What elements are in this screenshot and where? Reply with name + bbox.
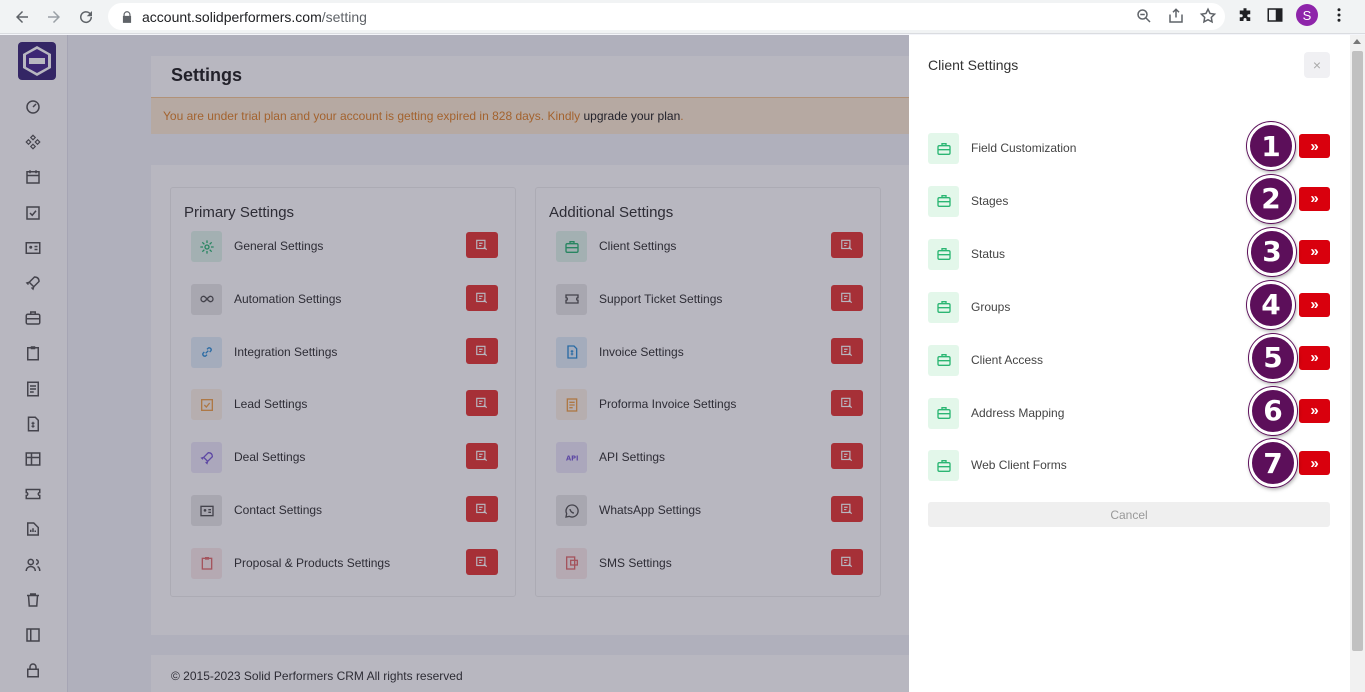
forward-icon[interactable]: [38, 1, 70, 33]
briefcase-icon: [928, 133, 959, 164]
client-setting-label: Status: [971, 246, 1006, 261]
menu-icon[interactable]: [1330, 6, 1348, 24]
cancel-button[interactable]: Cancel: [928, 502, 1330, 527]
share-icon[interactable]: [1167, 7, 1185, 25]
client-settings-drawer: Client Settings × Field Customization » St…: [909, 35, 1350, 692]
open-client-setting-button[interactable]: »: [1299, 239, 1330, 264]
zoom-icon[interactable]: [1135, 7, 1153, 25]
browser-toolbar: account.solidperformers.com/setting S: [0, 0, 1365, 34]
step-number-marker: 5: [1249, 333, 1297, 382]
briefcase-icon: [928, 291, 959, 323]
briefcase-icon: [928, 185, 959, 217]
step-number-marker: 2: [1247, 174, 1295, 223]
step-number-marker: 1: [1247, 122, 1295, 170]
client-setting-label: Field Customization: [971, 141, 1077, 155]
client-setting-label: Stages: [971, 193, 1009, 208]
scroll-thumb[interactable]: [1352, 51, 1363, 651]
step-number-marker: 6: [1249, 386, 1297, 435]
reload-icon[interactable]: [70, 1, 102, 33]
briefcase-icon: [928, 238, 959, 270]
lock-icon: [122, 10, 132, 23]
step-number-marker: 3: [1248, 227, 1296, 276]
open-client-setting-button[interactable]: »: [1299, 292, 1330, 317]
star-icon[interactable]: [1199, 7, 1217, 25]
sidepanel-icon[interactable]: [1266, 6, 1284, 24]
client-setting-label: Address Mapping: [971, 405, 1065, 420]
open-client-setting-button[interactable]: »: [1299, 398, 1330, 423]
url-path: /setting: [321, 8, 367, 25]
open-client-setting-button[interactable]: »: [1299, 345, 1330, 370]
close-button[interactable]: ×: [1304, 52, 1330, 78]
profile-avatar[interactable]: S: [1296, 4, 1318, 26]
step-number-marker: 4: [1247, 280, 1295, 329]
briefcase-icon: [928, 450, 959, 482]
scrollbar[interactable]: [1350, 35, 1365, 692]
url-domain: account.solidperformers.com: [142, 8, 322, 25]
client-setting-label: Web Client Forms: [971, 458, 1067, 473]
address-bar[interactable]: account.solidperformers.com/setting: [108, 3, 1225, 30]
drawer-title: Client Settings: [928, 57, 1019, 73]
open-client-setting-button[interactable]: »: [1299, 186, 1330, 211]
modal-backdrop[interactable]: [0, 35, 909, 692]
open-client-setting-button[interactable]: »: [1299, 134, 1330, 158]
client-setting-label: Groups: [971, 299, 1011, 314]
scroll-up-arrow[interactable]: [1353, 39, 1361, 44]
back-icon[interactable]: [6, 1, 38, 33]
open-client-setting-button[interactable]: »: [1299, 451, 1330, 476]
client-setting-label: Client Access: [971, 352, 1044, 367]
briefcase-icon: [928, 344, 959, 376]
extensions-icon[interactable]: [1236, 6, 1254, 24]
briefcase-icon: [928, 397, 959, 429]
